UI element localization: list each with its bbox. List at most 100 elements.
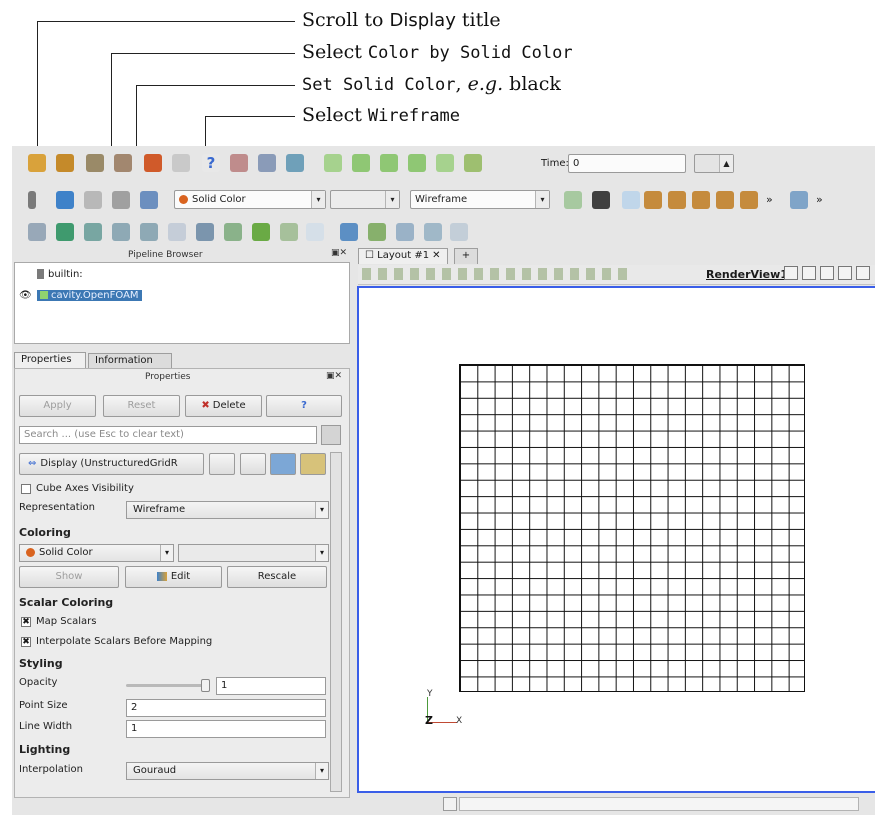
maximize-icon[interactable] bbox=[820, 266, 834, 280]
set-view-x-plus-icon[interactable] bbox=[644, 191, 662, 209]
undo-icon[interactable] bbox=[144, 154, 162, 172]
disconnect-icon[interactable] bbox=[258, 154, 276, 172]
coloring-component-select[interactable]: ▾ bbox=[178, 544, 329, 562]
tab-properties[interactable]: Properties bbox=[14, 352, 86, 368]
probe-icon[interactable] bbox=[396, 223, 414, 241]
edit-color-map-icon[interactable] bbox=[56, 191, 74, 209]
split-vertical-icon[interactable] bbox=[802, 266, 816, 280]
cube-axes-checkbox[interactable] bbox=[21, 484, 31, 494]
reset-range-icon[interactable] bbox=[84, 191, 102, 209]
chevron-down-icon[interactable]: ▾ bbox=[385, 191, 399, 208]
float-view-icon[interactable] bbox=[838, 266, 852, 280]
custom-range-icon[interactable] bbox=[112, 191, 130, 209]
plot-over-line-icon[interactable] bbox=[368, 223, 386, 241]
rescale-button[interactable]: Rescale bbox=[227, 566, 327, 588]
coloring-select[interactable]: Solid Color ▾ bbox=[19, 544, 174, 562]
help-icon[interactable]: ? bbox=[202, 154, 220, 172]
apply-button[interactable]: Apply bbox=[19, 395, 96, 417]
save-defaults-icon[interactable] bbox=[300, 453, 326, 475]
search-input[interactable]: Search ... (use Esc to clear text) bbox=[19, 426, 317, 444]
view-tools-icon[interactable] bbox=[362, 268, 632, 280]
time-input[interactable]: 0 bbox=[568, 154, 686, 173]
reset-camera-icon[interactable] bbox=[564, 191, 582, 209]
set-view-z-plus-icon[interactable] bbox=[740, 191, 758, 209]
previous-frame-icon[interactable] bbox=[352, 154, 370, 172]
edit-color-button[interactable]: Edit bbox=[125, 566, 222, 588]
reset-button[interactable]: Reset bbox=[103, 395, 180, 417]
clip-icon[interactable] bbox=[84, 223, 102, 241]
properties-float-close-icon[interactable]: ▣✕ bbox=[326, 371, 342, 381]
loop-icon[interactable] bbox=[464, 154, 482, 172]
component-combo[interactable]: ▾ bbox=[330, 190, 400, 209]
warp-vector-icon[interactable] bbox=[252, 223, 270, 241]
status-scroll-button[interactable] bbox=[443, 797, 457, 811]
last-frame-icon[interactable] bbox=[436, 154, 454, 172]
tree-item-cavity[interactable]: cavity.OpenFOAM bbox=[37, 289, 142, 303]
integrate-icon[interactable] bbox=[450, 223, 468, 241]
representation-select[interactable]: Wireframe ▾ bbox=[126, 501, 329, 519]
connect-icon[interactable] bbox=[230, 154, 248, 172]
tab-information[interactable]: Information bbox=[88, 353, 172, 369]
next-frame-icon[interactable] bbox=[408, 154, 426, 172]
time-index-spinbox[interactable]: ▲ bbox=[694, 154, 734, 173]
zoom-to-data-icon[interactable] bbox=[592, 191, 610, 209]
first-frame-icon[interactable] bbox=[324, 154, 342, 172]
histogram-icon[interactable] bbox=[424, 223, 442, 241]
chevron-down-icon[interactable]: ▾ bbox=[315, 502, 328, 518]
extract-level-icon[interactable] bbox=[306, 223, 324, 241]
copy-properties-icon[interactable] bbox=[209, 453, 235, 475]
float-close-icon[interactable]: ▣✕ bbox=[331, 248, 347, 258]
line-width-input[interactable]: 1 bbox=[126, 720, 326, 738]
map-scalars-checkbox[interactable]: ✖ bbox=[21, 617, 31, 627]
contour-icon[interactable] bbox=[56, 223, 74, 241]
chevron-down-icon[interactable]: ▾ bbox=[535, 191, 549, 208]
display-section-button[interactable]: ⇔ Display (UnstructuredGridR bbox=[19, 453, 204, 475]
point-size-input[interactable]: 2 bbox=[126, 699, 326, 717]
camera-parallel-icon[interactable] bbox=[790, 191, 808, 209]
interpolate-scalars-checkbox[interactable]: ✖ bbox=[21, 637, 31, 647]
zoom-box-icon[interactable] bbox=[622, 191, 640, 209]
threshold-icon[interactable] bbox=[140, 223, 158, 241]
split-horizontal-icon[interactable] bbox=[784, 266, 798, 280]
slice-icon[interactable] bbox=[112, 223, 130, 241]
tab-layout-1[interactable]: ☐ Layout #1 ✕ bbox=[358, 248, 448, 264]
opacity-slider[interactable] bbox=[126, 684, 210, 687]
color-by-combo[interactable]: Solid Color ▾ bbox=[174, 190, 326, 209]
stream-tracer-icon[interactable] bbox=[224, 223, 242, 241]
tree-item-builtin[interactable]: builtin: bbox=[37, 268, 83, 282]
opacity-input[interactable]: 1 bbox=[216, 677, 326, 695]
set-view-y-plus-icon[interactable] bbox=[692, 191, 710, 209]
group-datasets-icon[interactable] bbox=[280, 223, 298, 241]
interpolation-select[interactable]: Gouraud ▾ bbox=[126, 762, 329, 780]
chevron-down-icon[interactable]: ▾ bbox=[315, 763, 328, 779]
close-view-icon[interactable] bbox=[856, 266, 870, 280]
eye-icon[interactable]: 👁 bbox=[19, 290, 32, 301]
toolbar-overflow-button[interactable]: » bbox=[766, 193, 773, 206]
glyph-icon[interactable] bbox=[196, 223, 214, 241]
add-layout-tab-button[interactable]: + bbox=[454, 248, 478, 264]
set-view-x-minus-icon[interactable] bbox=[668, 191, 686, 209]
paste-properties-icon[interactable] bbox=[240, 453, 266, 475]
representation-combo[interactable]: Wireframe ▾ bbox=[410, 190, 550, 209]
show-scalar-bar-button[interactable]: Show bbox=[19, 566, 119, 588]
advanced-toggle-icon[interactable] bbox=[321, 425, 341, 445]
save-data-icon[interactable] bbox=[86, 154, 104, 172]
play-icon[interactable] bbox=[380, 154, 398, 172]
chevron-down-icon[interactable]: ▾ bbox=[160, 545, 173, 561]
set-view-y-minus-icon[interactable] bbox=[716, 191, 734, 209]
macro-icon[interactable] bbox=[286, 154, 304, 172]
close-tab-icon[interactable]: ✕ bbox=[432, 250, 440, 261]
opacity-slider-handle[interactable] bbox=[201, 679, 210, 692]
toolbar-overflow-button-2[interactable]: » bbox=[816, 193, 823, 206]
extract-subset-icon[interactable] bbox=[168, 223, 186, 241]
chevron-down-icon[interactable]: ▾ bbox=[311, 191, 325, 208]
calculator-icon[interactable] bbox=[28, 223, 46, 241]
properties-scrollbar[interactable] bbox=[330, 452, 342, 792]
delete-button[interactable]: ✖ Delete bbox=[185, 395, 262, 417]
help-button[interactable]: ? bbox=[266, 395, 342, 417]
spin-arrow-icon[interactable]: ▲ bbox=[719, 155, 733, 172]
rescale-visible-icon[interactable] bbox=[140, 191, 158, 209]
restore-defaults-icon[interactable] bbox=[270, 453, 296, 475]
open-folder-icon[interactable] bbox=[28, 154, 46, 172]
redo-icon[interactable] bbox=[172, 154, 190, 172]
